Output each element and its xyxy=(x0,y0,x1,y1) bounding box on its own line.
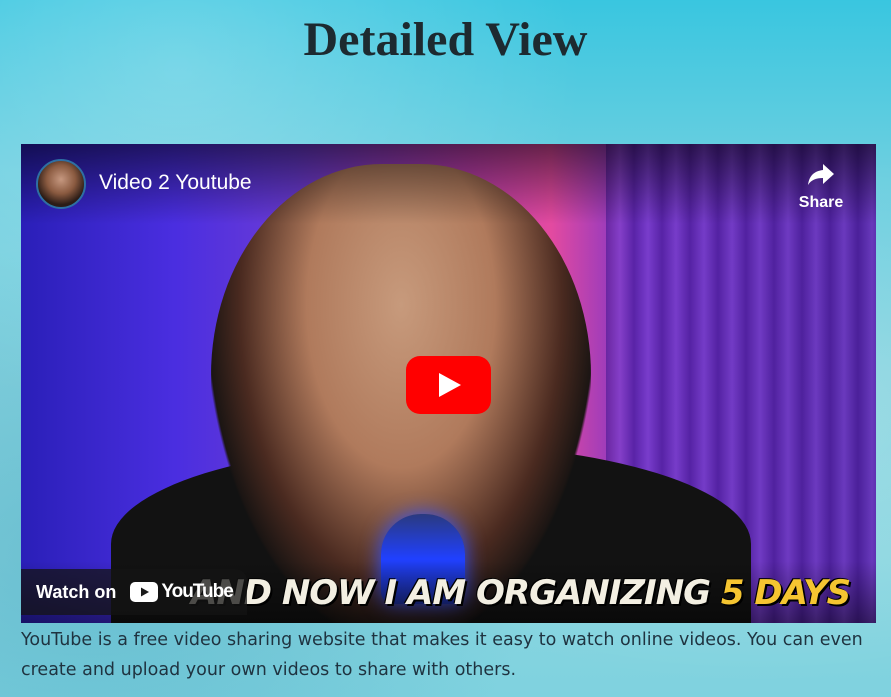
share-button[interactable]: Share xyxy=(786,162,856,212)
share-label: Share xyxy=(798,194,844,211)
watch-on-youtube-button[interactable]: Watch on YouTube xyxy=(21,569,247,615)
play-button[interactable] xyxy=(406,356,491,414)
video-player[interactable]: Video 2 Youtube Share AND NOW I AM ORGAN… xyxy=(21,144,876,623)
youtube-logo-icon xyxy=(130,582,159,602)
watch-on-label: Watch on xyxy=(36,581,117,602)
youtube-wordmark: YouTube xyxy=(161,581,233,602)
page-title: Detailed View xyxy=(303,13,588,66)
channel-avatar[interactable] xyxy=(36,159,86,209)
video-caption: AND NOW I AM ORGANIZING 5 DAYS xyxy=(191,573,851,613)
video-title[interactable]: Video 2 Youtube xyxy=(99,171,252,195)
caption-highlight: 5 DAYS xyxy=(720,573,851,613)
page-description: YouTube is a free video sharing website … xyxy=(21,630,863,680)
caption-main: AND NOW I AM ORGANIZING xyxy=(191,573,721,613)
share-arrow-icon xyxy=(808,164,834,185)
